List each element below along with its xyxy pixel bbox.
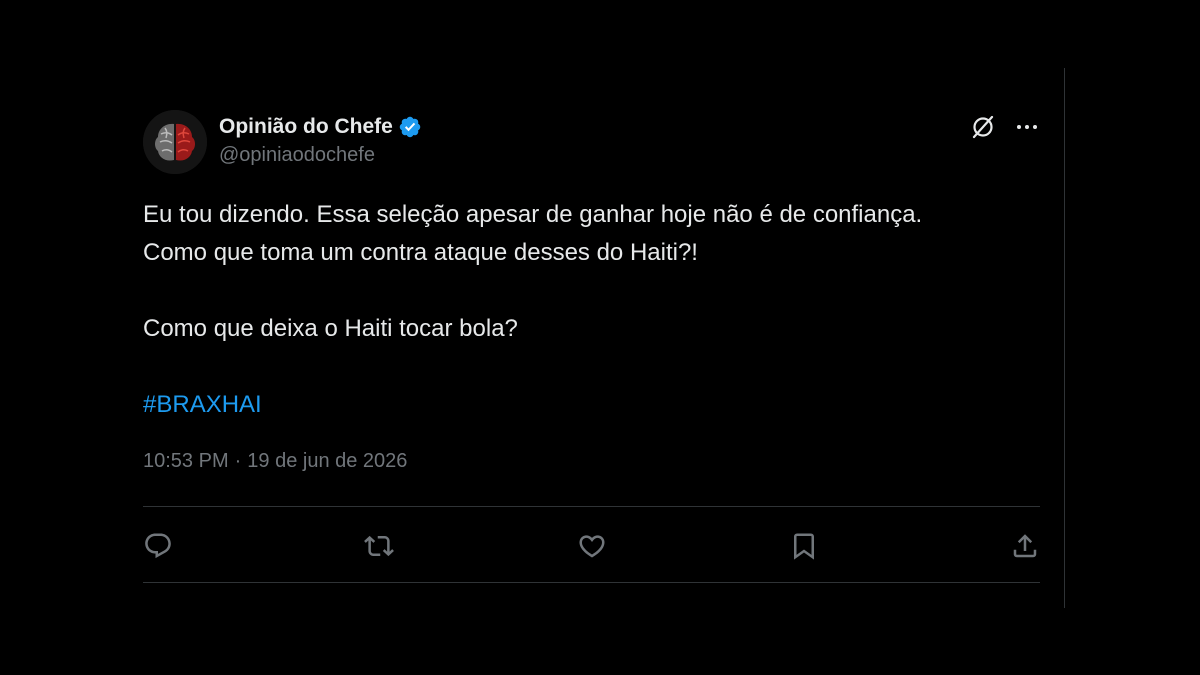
grok-icon[interactable] xyxy=(970,114,996,140)
bookmark-button[interactable] xyxy=(780,526,828,566)
reply-icon xyxy=(145,533,171,559)
reply-button[interactable] xyxy=(143,526,191,566)
column-divider xyxy=(1064,68,1065,608)
tweet-line-1: Eu tou dizendo. Essa seleção apesar de g… xyxy=(143,201,923,228)
tweet-line-2: Como que toma um contra ataque desses do… xyxy=(143,239,698,266)
verified-badge-icon xyxy=(398,115,422,139)
user-handle[interactable]: @opiniaodochefe xyxy=(219,144,422,167)
share-button[interactable] xyxy=(992,526,1040,566)
share-icon xyxy=(1013,534,1037,558)
tweet-text: Eu tou dizendo. Essa seleção apesar de g… xyxy=(143,196,1040,424)
tweet-timestamp: 10:53 PM · 19 de jun de 2026 xyxy=(143,450,407,473)
retweet-icon xyxy=(364,535,395,557)
divider xyxy=(143,582,1040,583)
tweet-line-3: Como que deixa o Haiti tocar bola? xyxy=(143,315,518,342)
brain-logo-icon xyxy=(143,110,207,174)
author-info: Opinião do Chefe @opiniaodochefe xyxy=(219,114,422,167)
like-icon xyxy=(578,535,605,558)
display-name[interactable]: Opinião do Chefe xyxy=(219,115,393,139)
retweet-button[interactable] xyxy=(355,526,403,566)
tweet-screenshot: Opinião do Chefe @opiniaodochefe Eu tou … xyxy=(0,0,1200,675)
name-row: Opinião do Chefe xyxy=(219,114,422,140)
action-bar xyxy=(143,526,1040,566)
more-icon[interactable] xyxy=(1014,114,1040,140)
header-actions xyxy=(970,114,1040,140)
tweet-time[interactable]: 10:53 PM xyxy=(143,450,229,473)
divider xyxy=(143,506,1040,507)
tweet-date[interactable]: 19 de jun de 2026 xyxy=(247,450,407,473)
bookmark-icon xyxy=(793,533,814,560)
meta-separator: · xyxy=(234,450,242,472)
avatar[interactable] xyxy=(143,110,207,174)
hashtag-link[interactable]: #BRAXHAI xyxy=(143,391,262,418)
like-button[interactable] xyxy=(568,526,616,566)
